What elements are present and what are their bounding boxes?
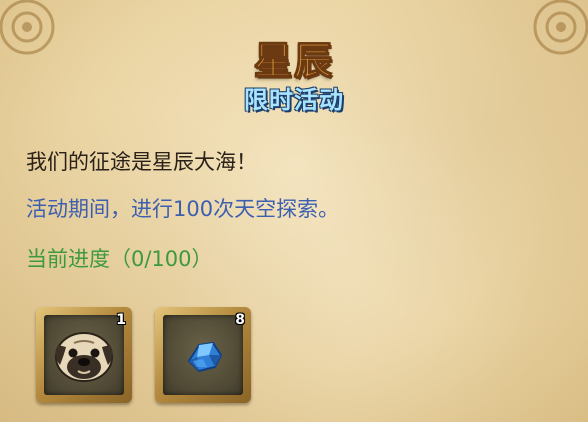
blue-crystal-icon	[187, 341, 223, 373]
reward-slot-frame	[163, 315, 243, 395]
event-subtitle: 限时活动	[244, 86, 344, 114]
reward-count: 8	[235, 312, 245, 328]
reward-slot-frame	[44, 315, 124, 395]
event-slogan: 我们的征途是星辰大海！	[26, 150, 257, 174]
reward-slot[interactable]: 8	[155, 307, 251, 403]
reward-slot[interactable]: 1	[36, 307, 132, 403]
event-title: 星辰	[253, 39, 334, 84]
pug-dog-icon	[55, 332, 113, 382]
progress-text: 当前进度（0/100）	[26, 247, 213, 271]
reward-count: 1	[116, 312, 126, 328]
event-task: 活动期间，进行100次天空探索。	[26, 197, 340, 221]
